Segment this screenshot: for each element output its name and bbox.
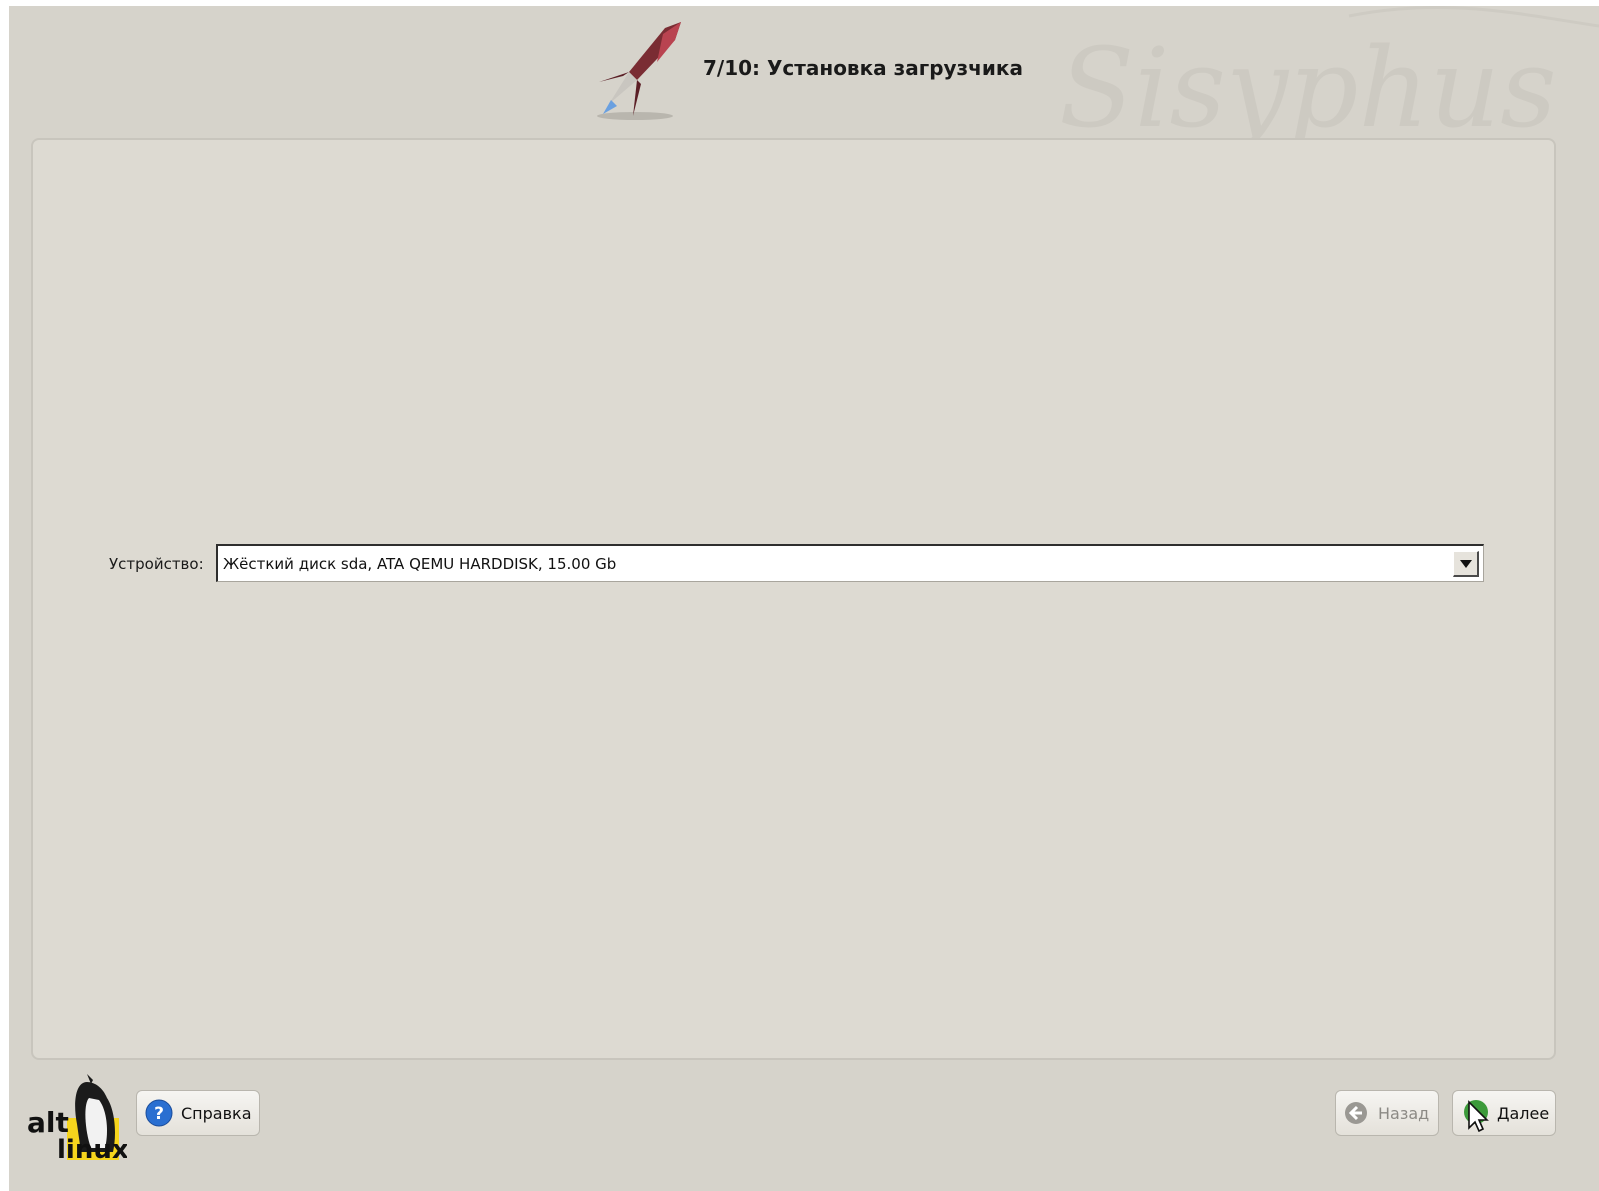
back-button[interactable]: Назад	[1335, 1090, 1439, 1136]
step-title: 7/10: Установка загрузчика	[703, 56, 1023, 80]
device-select-value: Жёсткий диск sda, ATA QEMU HARDDISK, 15.…	[223, 555, 617, 573]
rocket-icon	[597, 22, 681, 120]
cursor-icon	[1464, 1100, 1489, 1132]
chevron-down-icon	[1460, 560, 1472, 568]
back-button-label: Назад	[1378, 1104, 1430, 1123]
help-button-label: Справка	[181, 1104, 252, 1123]
header: 7/10: Установка загрузчика	[9, 6, 1599, 136]
footer: alt linux ? Справка Назад Далее	[9, 1066, 1599, 1191]
svg-text:?: ?	[154, 1104, 164, 1124]
next-button[interactable]: Далее	[1452, 1090, 1556, 1136]
help-button[interactable]: ? Справка	[136, 1090, 260, 1136]
device-select[interactable]: Жёсткий диск sda, ATA QEMU HARDDISK, 15.…	[216, 544, 1484, 582]
next-button-label: Далее	[1497, 1104, 1550, 1123]
device-row: Устройство: Жёсткий диск sda, ATA QEMU H…	[109, 544, 1509, 584]
arrow-left-icon	[1345, 1102, 1367, 1124]
svg-text:linux: linux	[57, 1135, 127, 1162]
device-label: Устройство:	[109, 555, 204, 573]
content-panel: Устройство: Жёсткий диск sda, ATA QEMU H…	[31, 138, 1556, 1060]
installer-window: Sisyphus 7/10: Установка загрузчика Устр…	[9, 6, 1599, 1191]
device-dropdown-button[interactable]	[1453, 551, 1479, 577]
help-icon: ?	[145, 1099, 173, 1127]
alt-linux-logo: alt linux	[27, 1074, 127, 1162]
